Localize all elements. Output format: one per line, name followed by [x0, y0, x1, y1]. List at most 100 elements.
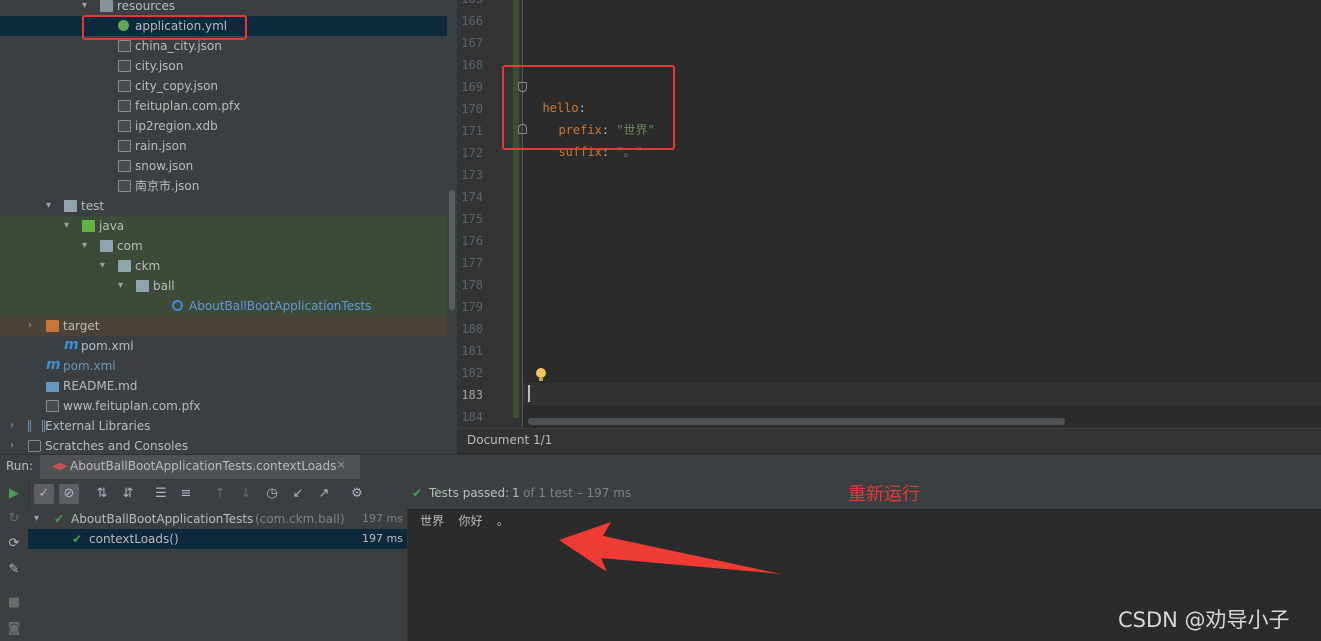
scratches-icon	[28, 440, 41, 452]
toggle-auto-test-icon[interactable]: ⟳	[4, 534, 24, 554]
collapse-all-icon[interactable]: ≡	[176, 484, 196, 504]
lightbulb-icon[interactable]	[536, 368, 546, 378]
tree-item[interactable]: www.feituplan.com.pfx	[0, 396, 447, 416]
run-icon[interactable]: ▶	[4, 484, 24, 504]
line-number: 178	[461, 278, 483, 292]
markdown-icon	[46, 382, 59, 392]
tree-item-label: ip2region.xdb	[135, 119, 218, 133]
test-case-row[interactable]: ✔ contextLoads() 197 ms	[28, 529, 407, 549]
tree-item[interactable]: m pom.xml	[0, 356, 447, 376]
tree-item[interactable]: snow.json	[0, 156, 447, 176]
tree-item[interactable]: 南京市.json	[0, 176, 447, 196]
run-tab[interactable]: ◀▶ AboutBallBootApplicationTests.context…	[40, 455, 360, 479]
tree-scrollbar[interactable]	[447, 0, 457, 456]
tree-item[interactable]: rain.json	[0, 136, 447, 156]
wrench-icon[interactable]: ✎	[4, 560, 24, 580]
chevron-right-icon[interactable]: ›	[28, 316, 38, 336]
tree-item-label: target	[63, 319, 100, 333]
file-icon	[118, 120, 131, 132]
maven-icon: m	[64, 337, 79, 353]
test-suite-row[interactable]: ▾ ✔ AboutBallBootApplicationTests (com.c…	[28, 509, 407, 529]
run-toolbar: ▶ ✓ ⊘ ⇅ ⇵ ☰ ≡ ↑ ↓ ◷ ↙ ↗ ⚙ ✔ Tests passed…	[0, 479, 1321, 510]
tree-item[interactable]: city.json	[0, 56, 447, 76]
annotation-rerun: 重新运行	[848, 484, 920, 505]
tree-item[interactable]: › Scratches and Consoles	[0, 436, 447, 456]
tree-item[interactable]: AboutBallBootApplicationTests	[0, 296, 447, 316]
chevron-down-icon[interactable]: ▾	[82, 236, 92, 256]
run-tab-label: AboutBallBootApplicationTests.contextLoa…	[70, 459, 337, 473]
sort-alpha-icon[interactable]: ⇅	[92, 484, 112, 504]
rerun-failed-icon[interactable]: ↻	[4, 509, 24, 529]
pass-check-icon: ✔	[54, 512, 65, 526]
file-icon	[118, 60, 131, 72]
chevron-right-icon[interactable]: ›	[10, 416, 20, 436]
tree-item[interactable]: ▾ com	[0, 236, 447, 256]
file-icon	[118, 40, 131, 52]
file-icon	[46, 400, 59, 412]
chevron-down-icon[interactable]: ▾	[46, 196, 56, 216]
breadcrumb-label: Document 1/1	[467, 433, 553, 447]
tree-item-label: resources	[117, 0, 176, 13]
test-suite-time: 197 ms	[362, 512, 403, 525]
previous-failed-icon[interactable]: ↑	[210, 484, 230, 504]
tree-item[interactable]: feituplan.com.pfx	[0, 96, 447, 116]
export-tests-icon[interactable]: ↗	[314, 484, 334, 504]
chevron-down-icon[interactable]: ▾	[34, 509, 39, 529]
editor-breadcrumb[interactable]: Document 1/1	[457, 428, 1321, 453]
tree-item[interactable]: m pom.xml	[0, 336, 447, 356]
history-icon[interactable]: ◷	[262, 484, 282, 504]
test-suite-package: (com.ckm.ball)	[255, 512, 345, 526]
libraries-icon	[28, 420, 45, 432]
folder-icon	[64, 200, 77, 212]
test-case-time: 197 ms	[362, 532, 403, 545]
tree-item[interactable]: ip2region.xdb	[0, 116, 447, 136]
tree-item-label: feituplan.com.pfx	[135, 99, 241, 113]
sort-duration-icon[interactable]: ⇵	[118, 484, 138, 504]
line-number: 172	[461, 146, 483, 160]
folder-icon	[100, 0, 113, 12]
show-passed-icon[interactable]: ✓	[34, 484, 54, 504]
tree-item[interactable]: ▾ ckm	[0, 256, 447, 276]
chevron-down-icon[interactable]: ▾	[82, 0, 92, 16]
chevron-down-icon[interactable]: ▾	[100, 256, 110, 276]
tree-item-label: java	[99, 219, 125, 233]
tree-item-label: pom.xml	[81, 339, 134, 353]
line-number: 168	[461, 58, 483, 72]
file-icon	[118, 160, 131, 172]
file-icon	[118, 180, 131, 192]
tree-item[interactable]: city_copy.json	[0, 76, 447, 96]
tree-item-label: com	[117, 239, 143, 253]
chevron-down-icon[interactable]: ▾	[64, 216, 74, 236]
tree-item-label: test	[81, 199, 105, 213]
vcs-change-marker	[513, 0, 519, 418]
test-class-icon	[172, 300, 183, 311]
tree-item[interactable]: ▾ java	[0, 216, 447, 236]
tree-item[interactable]: ▾ resources	[0, 0, 447, 16]
tree-item-label: Scratches and Consoles	[45, 439, 189, 453]
import-tests-icon[interactable]: ↙	[288, 484, 308, 504]
close-icon[interactable]: ✕	[336, 458, 346, 472]
stop-icon[interactable]: ■	[4, 593, 24, 613]
next-failed-icon[interactable]: ↓	[236, 484, 256, 504]
show-ignored-icon[interactable]: ⊘	[59, 484, 79, 504]
tests-passed-detail: of 1 test – 197 ms	[523, 486, 632, 500]
tree-item[interactable]: ▾ ball	[0, 276, 447, 296]
line-number: 176	[461, 234, 483, 248]
tree-item[interactable]: › External Libraries	[0, 416, 447, 436]
expand-all-icon[interactable]: ☰	[151, 484, 171, 504]
console-line: 世界 你好 。	[420, 514, 509, 528]
chevron-down-icon[interactable]: ▾	[118, 276, 128, 296]
line-number: 174	[461, 190, 483, 204]
tests-passed-count: 1	[512, 486, 520, 500]
run-side-toolbar: ▶ ↻ ⟳ ✎ ■ ◙	[0, 479, 29, 641]
chevron-right-icon[interactable]: ›	[10, 436, 20, 456]
tree-item-label: ckm	[135, 259, 161, 273]
tree-scrollbar-thumb[interactable]	[449, 190, 455, 310]
camera-icon[interactable]: ◙	[4, 619, 24, 639]
tree-item[interactable]: ▾ test	[0, 196, 447, 216]
tree-item[interactable]: README.md	[0, 376, 447, 396]
editor-horizontal-scrollbar[interactable]	[528, 418, 1065, 425]
settings-gear-icon[interactable]: ⚙	[347, 484, 367, 504]
tree-item[interactable]: › target	[0, 316, 447, 336]
test-suite-label: AboutBallBootApplicationTests	[71, 512, 254, 526]
